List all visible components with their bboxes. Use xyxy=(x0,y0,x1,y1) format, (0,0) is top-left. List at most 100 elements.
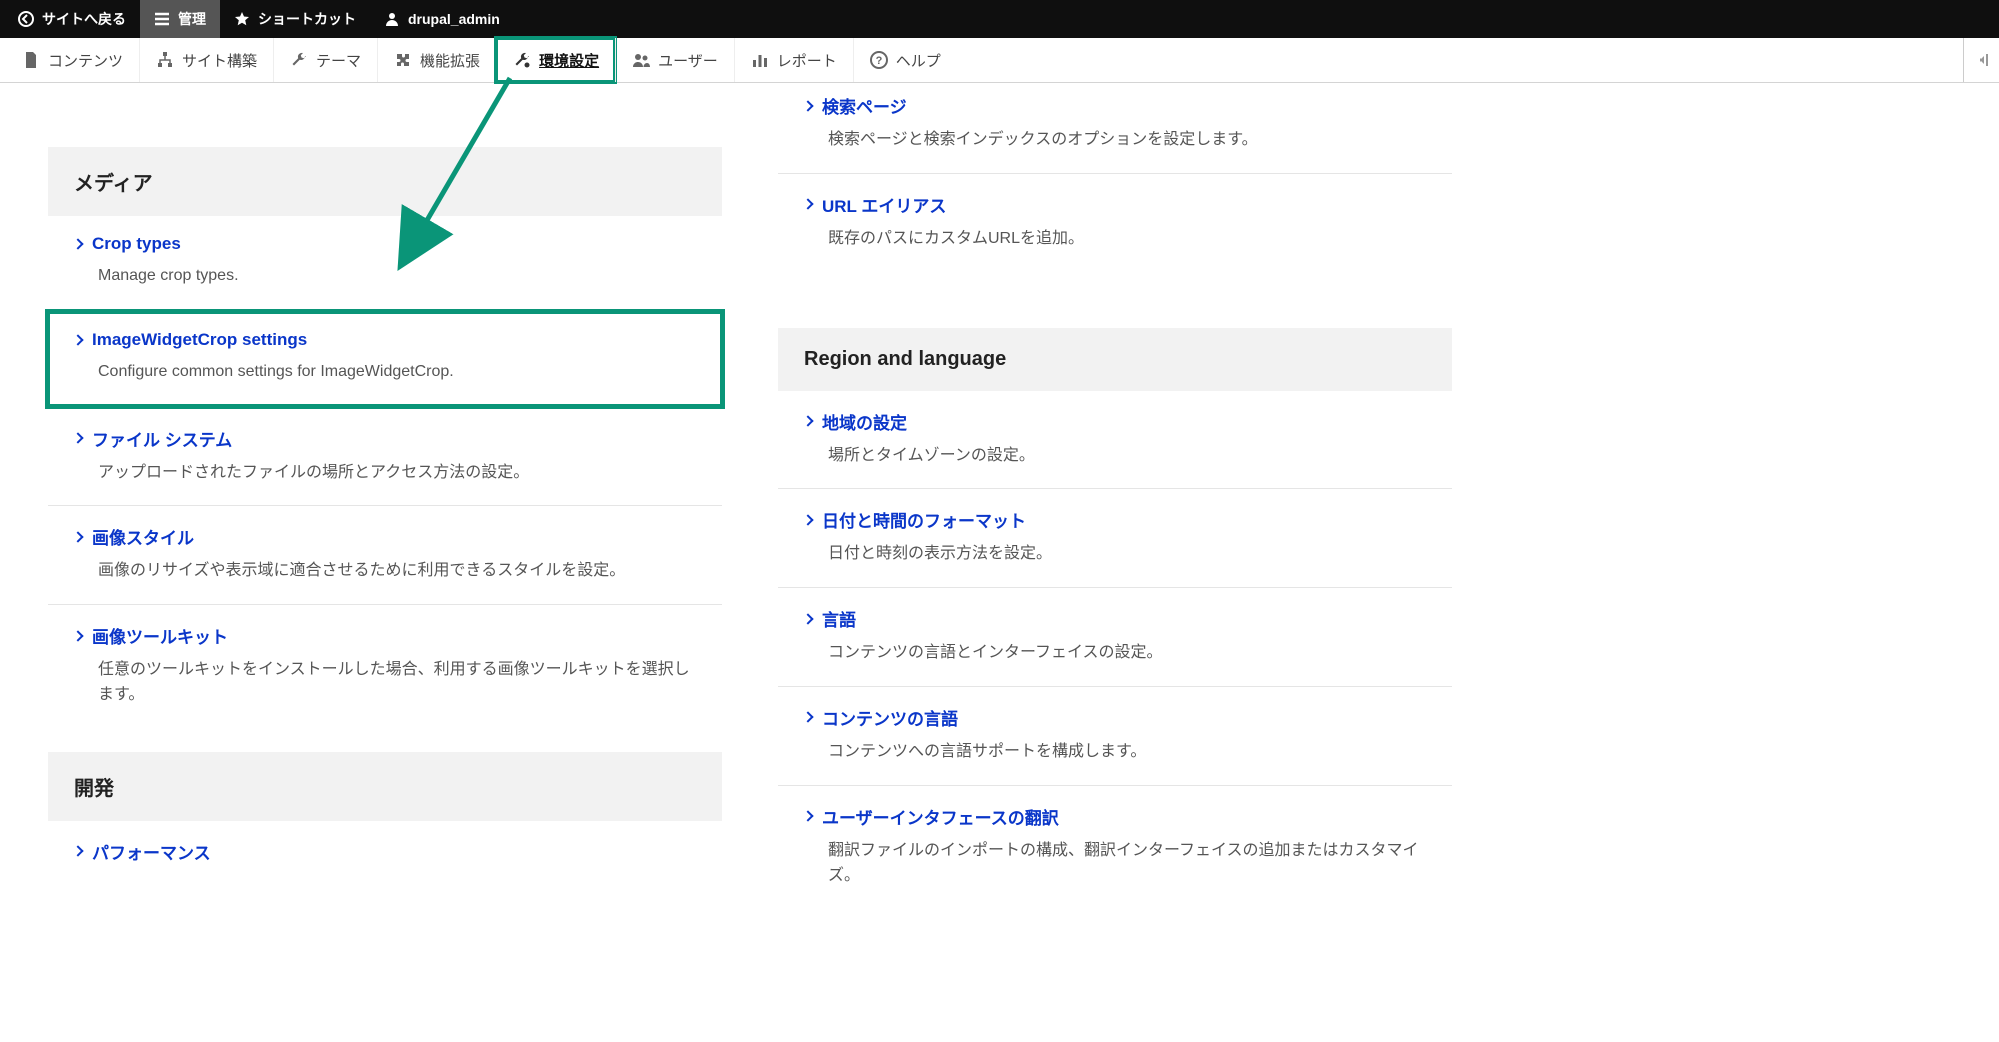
region-language-section-head: Region and language xyxy=(778,328,1452,391)
shortcuts-label: ショートカット xyxy=(258,9,356,29)
admin-toolbar: サイトへ戻る 管理 ショートカット drupal_admin xyxy=(0,0,1999,38)
entry-imagewidgetcrop: ImageWidgetCrop settings Configure commo… xyxy=(48,312,722,406)
content-language-link[interactable]: コンテンツの言語 xyxy=(804,705,1426,730)
menubar-appearance[interactable]: テーマ xyxy=(273,38,377,82)
entry-crop-types: Crop types Manage crop types. xyxy=(48,216,722,310)
regional-settings-link[interactable]: 地域の設定 xyxy=(804,409,1426,434)
menubar-reports-label: レポート xyxy=(777,50,837,71)
svg-text:?: ? xyxy=(875,55,882,67)
entry-image-styles: 画像スタイル 画像のリサイズや表示域に適合させるために利用できるスタイルを設定。 xyxy=(48,506,722,605)
tools-icon xyxy=(513,51,531,69)
image-toolkit-desc: 任意のツールキットをインストールした場合、利用する画像ツールキットを選択します。 xyxy=(74,658,696,708)
entry-search-pages: 検索ページ 検索ページと検索インデックスのオプションを設定します。 xyxy=(778,91,1452,174)
menubar-reports[interactable]: レポート xyxy=(734,38,853,82)
menubar-people-label: ユーザー xyxy=(658,50,718,71)
imagewidgetcrop-label: ImageWidgetCrop settings xyxy=(92,330,307,350)
toolbar-orientation-toggle[interactable] xyxy=(1963,38,1999,82)
chevron-right-icon xyxy=(72,432,83,443)
menubar-structure-label: サイト構築 xyxy=(182,50,257,71)
chevron-right-icon xyxy=(72,531,83,542)
performance-label: パフォーマンス xyxy=(92,839,211,864)
imagewidgetcrop-link[interactable]: ImageWidgetCrop settings xyxy=(74,330,696,350)
entry-file-system: ファイル システム アップロードされたファイルの場所とアクセス方法の設定。 xyxy=(48,408,722,507)
entry-regional-settings: 地域の設定 場所とタイムゾーンの設定。 xyxy=(778,391,1452,490)
chevron-right-icon xyxy=(72,846,83,857)
url-aliases-link[interactable]: URL エイリアス xyxy=(804,192,1426,217)
back-to-site-button[interactable]: サイトへ戻る xyxy=(4,0,140,38)
development-section-head: 開発 xyxy=(48,752,722,821)
url-aliases-desc: 既存のパスにカスタムURLを追加。 xyxy=(804,227,1426,252)
file-system-link[interactable]: ファイル システム xyxy=(74,426,696,451)
entry-url-aliases: URL エイリアス 既存のパスにカスタムURLを追加。 xyxy=(778,174,1452,272)
search-pages-link[interactable]: 検索ページ xyxy=(804,93,1426,118)
entry-image-toolkit: 画像ツールキット 任意のツールキットをインストールした場合、利用する画像ツールキ… xyxy=(48,605,722,728)
chevron-right-icon xyxy=(72,630,83,641)
menubar-appearance-label: テーマ xyxy=(316,50,361,71)
entry-performance: パフォーマンス xyxy=(48,821,722,864)
language-link[interactable]: 言語 xyxy=(804,606,1426,631)
shortcuts-button[interactable]: ショートカット xyxy=(220,0,370,38)
imagewidgetcrop-desc: Configure common settings for ImageWidge… xyxy=(74,360,696,385)
user-icon xyxy=(384,11,400,27)
orientation-icon xyxy=(1974,52,1990,68)
performance-link[interactable]: パフォーマンス xyxy=(74,839,696,864)
regional-settings-label: 地域の設定 xyxy=(822,409,907,434)
menubar-configuration-label: 環境設定 xyxy=(539,50,599,71)
crop-types-desc: Manage crop types. xyxy=(74,264,696,289)
menubar-help[interactable]: ? ヘルプ xyxy=(853,38,957,82)
menubar-structure[interactable]: サイト構築 xyxy=(139,38,273,82)
chevron-right-icon xyxy=(802,712,813,723)
file-system-label: ファイル システム xyxy=(92,426,232,451)
structure-icon xyxy=(156,51,174,69)
date-time-desc: 日付と時刻の表示方法を設定。 xyxy=(804,542,1426,567)
content-language-desc: コンテンツへの言語サポートを構成します。 xyxy=(804,740,1426,765)
menubar-content-label: コンテンツ xyxy=(48,50,123,71)
star-icon xyxy=(234,11,250,27)
left-column: メディア Crop types Manage crop types. Image… xyxy=(48,91,722,908)
chevron-right-icon xyxy=(802,100,813,111)
menubar-content[interactable]: コンテンツ xyxy=(6,38,139,82)
chevron-right-icon xyxy=(802,613,813,624)
date-time-link[interactable]: 日付と時間のフォーマット xyxy=(804,507,1426,532)
media-section-head: メディア xyxy=(48,147,722,216)
menubar-people[interactable]: ユーザー xyxy=(615,38,734,82)
menubar-extend-label: 機能拡張 xyxy=(420,50,480,71)
date-time-label: 日付と時間のフォーマット xyxy=(822,507,1026,532)
help-icon: ? xyxy=(870,51,888,69)
image-toolkit-link[interactable]: 画像ツールキット xyxy=(74,623,696,648)
ui-translation-label: ユーザーインタフェースの翻訳 xyxy=(822,804,1059,829)
menubar-configuration[interactable]: 環境設定 xyxy=(496,38,615,82)
language-desc: コンテンツの言語とインターフェイスの設定。 xyxy=(804,641,1426,666)
ui-translation-link[interactable]: ユーザーインタフェースの翻訳 xyxy=(804,804,1426,829)
file-system-desc: アップロードされたファイルの場所とアクセス方法の設定。 xyxy=(74,461,696,486)
right-column: 検索ページ 検索ページと検索インデックスのオプションを設定します。 URL エイ… xyxy=(778,91,1452,908)
user-label: drupal_admin xyxy=(408,11,500,27)
manage-button[interactable]: 管理 xyxy=(140,0,220,38)
config-page: メディア Crop types Manage crop types. Image… xyxy=(0,83,1500,948)
chevron-right-icon xyxy=(802,811,813,822)
menubar-help-label: ヘルプ xyxy=(896,50,941,71)
image-styles-desc: 画像のリサイズや表示域に適合させるために利用できるスタイルを設定。 xyxy=(74,559,696,584)
url-aliases-label: URL エイリアス xyxy=(822,192,946,217)
image-styles-link[interactable]: 画像スタイル xyxy=(74,524,696,549)
chevron-right-icon xyxy=(802,514,813,525)
chevron-right-icon xyxy=(72,238,83,249)
chevron-right-icon xyxy=(72,334,83,345)
puzzle-icon xyxy=(394,51,412,69)
back-to-site-label: サイトへ戻る xyxy=(42,9,126,29)
admin-menubar: コンテンツ サイト構築 テーマ 機能拡張 環境設定 ユーザー レポート xyxy=(0,38,1999,83)
image-styles-label: 画像スタイル xyxy=(92,524,194,549)
crop-types-link[interactable]: Crop types xyxy=(74,234,696,254)
ui-translation-desc: 翻訳ファイルのインポートの構成、翻訳インターフェイスの追加またはカスタマイズ。 xyxy=(804,839,1426,889)
content-language-label: コンテンツの言語 xyxy=(822,705,958,730)
image-toolkit-label: 画像ツールキット xyxy=(92,623,228,648)
user-button[interactable]: drupal_admin xyxy=(370,0,514,38)
document-icon xyxy=(22,51,40,69)
search-pages-label: 検索ページ xyxy=(822,93,907,118)
menubar-extend[interactable]: 機能拡張 xyxy=(377,38,496,82)
entry-content-language: コンテンツの言語 コンテンツへの言語サポートを構成します。 xyxy=(778,687,1452,786)
chevron-right-icon xyxy=(802,199,813,210)
hamburger-icon xyxy=(154,11,170,27)
back-arrow-icon xyxy=(18,11,34,27)
entry-ui-translation: ユーザーインタフェースの翻訳 翻訳ファイルのインポートの構成、翻訳インターフェイ… xyxy=(778,786,1452,909)
